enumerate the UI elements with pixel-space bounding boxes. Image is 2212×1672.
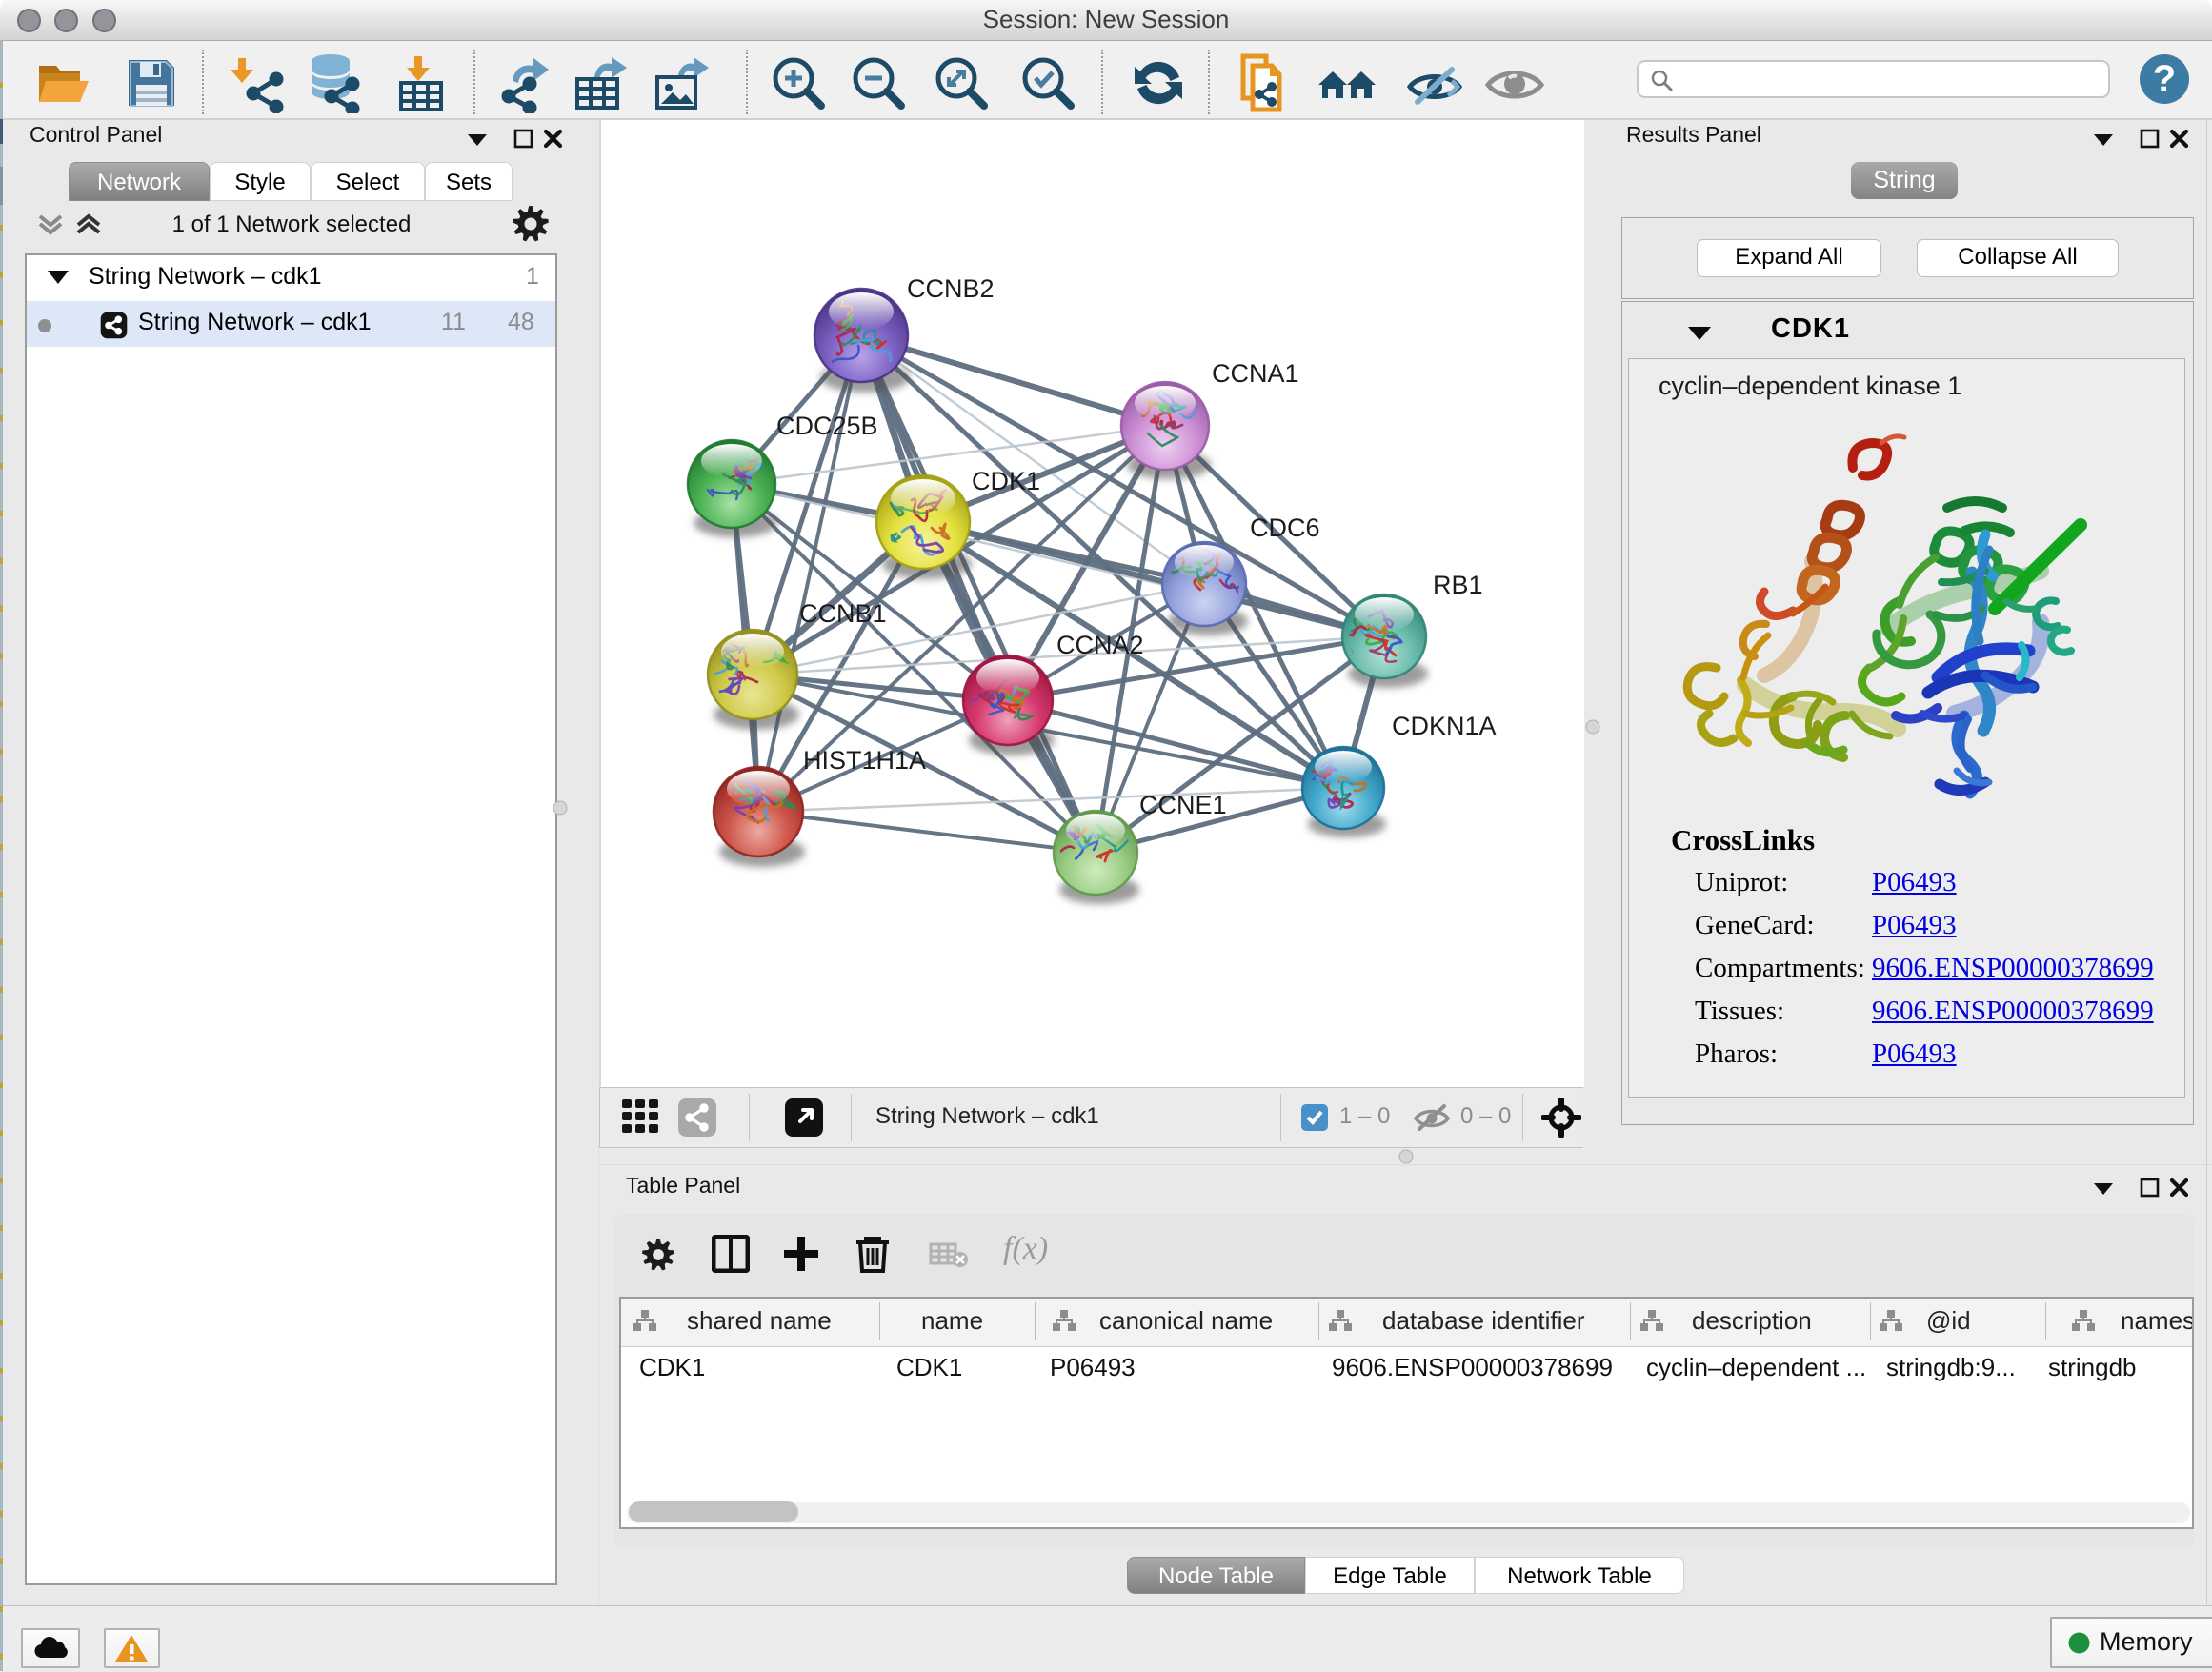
svg-text:CCNE1: CCNE1	[1139, 791, 1227, 819]
svg-text:CCNB1: CCNB1	[799, 599, 887, 628]
svg-text:CCNA2: CCNA2	[1056, 631, 1144, 659]
svg-text:CDKN1A: CDKN1A	[1392, 712, 1497, 740]
svg-text:RB1: RB1	[1433, 571, 1483, 599]
svg-text:CDC6: CDC6	[1250, 514, 1320, 542]
svg-text:CDC25B: CDC25B	[776, 412, 878, 440]
svg-text:CDK1: CDK1	[972, 467, 1040, 495]
svg-text:HIST1H1A: HIST1H1A	[803, 746, 926, 775]
svg-text:CCNA1: CCNA1	[1212, 359, 1299, 388]
svg-text:CCNB2: CCNB2	[907, 274, 995, 303]
